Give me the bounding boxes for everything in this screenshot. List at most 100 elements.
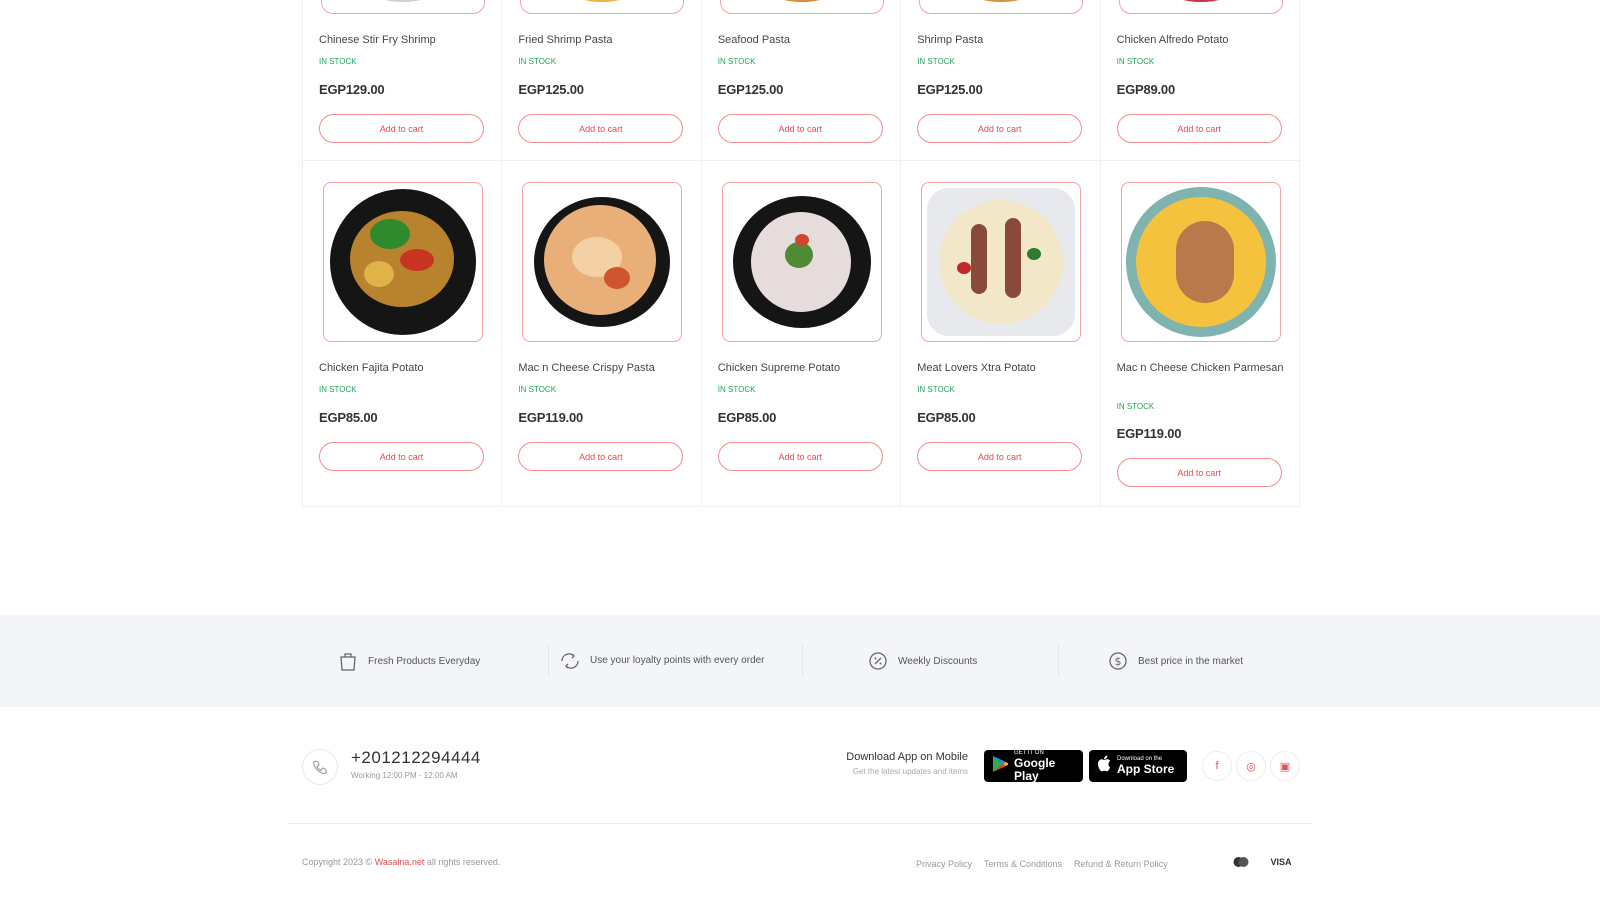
product-image[interactable] [721, 182, 882, 342]
whatsapp-icon[interactable]: ◎ [1236, 751, 1266, 781]
copyright-prefix: Copyright 2023 © [302, 857, 373, 867]
product-price: EGP125.00 [518, 82, 584, 97]
add-to-cart-button[interactable]: Add to cart [917, 114, 1083, 143]
phone-icon [302, 749, 338, 785]
google-play-label: Google Play [1014, 755, 1056, 783]
add-to-cart-button[interactable]: Add to cart [319, 442, 484, 471]
product-name[interactable]: Chicken Supreme Potato [718, 360, 888, 376]
add-to-cart-button[interactable]: Add to cart [518, 114, 684, 143]
divider [548, 645, 549, 677]
divider [802, 645, 803, 677]
product-name[interactable]: Fried Shrimp Pasta [518, 32, 688, 48]
product-price: EGP119.00 [1116, 426, 1182, 441]
product-price: EGP119.00 [518, 410, 584, 425]
features-band: Fresh Products Everyday Use your loyalty… [0, 615, 1600, 707]
product-price: EGP85.00 [917, 410, 976, 425]
brand-link[interactable]: Wasalna.net [375, 857, 425, 867]
feature-fresh-products: Fresh Products Everyday [338, 615, 480, 707]
product-image[interactable] [1118, 0, 1283, 14]
add-to-cart-button[interactable]: Add to cart [917, 442, 1083, 471]
product-image[interactable] [520, 0, 685, 14]
product-card: Chicken Fajita Potato In stock EGP85.00 … [303, 161, 503, 507]
svg-text:$: $ [1115, 655, 1122, 668]
add-to-cart-button[interactable]: Add to cart [717, 442, 883, 471]
product-price: EGP125.00 [917, 82, 983, 97]
product-card: Mac n Cheese Crispy Pasta In stock EGP11… [502, 161, 702, 507]
apple-icon [1097, 755, 1111, 777]
app-store-button[interactable]: Download on the App Store [1089, 750, 1187, 782]
product-price: EGP85.00 [319, 410, 378, 425]
points-icon [560, 651, 580, 671]
feature-weekly-discounts: Weekly Discounts [868, 615, 977, 707]
feature-best-price: $ Best price in the market [1108, 615, 1243, 707]
working-hours: Working 12:00 PM - 12:00 AM [351, 771, 458, 780]
stock-status: In stock [717, 385, 756, 394]
product-card: Seafood Pasta In stock EGP125.00 Add to … [701, 0, 902, 161]
product-image[interactable] [919, 0, 1084, 14]
product-name[interactable]: Shrimp Pasta [917, 32, 1087, 48]
product-card: Chicken Alfredo Potato In stock EGP89.00… [1100, 0, 1300, 161]
feature-label: Best price in the market [1138, 655, 1244, 667]
google-play-button[interactable]: GET IT ON Google Play [984, 750, 1083, 782]
refund-policy-link[interactable]: Refund & Return Policy [1074, 859, 1168, 869]
feature-label: Weekly Discounts [898, 655, 978, 667]
product-image[interactable] [323, 182, 483, 342]
facebook-icon[interactable]: f [1202, 751, 1232, 781]
product-grid: Chinese Stir Fry Shrimp In stock EGP129.… [302, 0, 1300, 507]
add-to-cart-button[interactable]: Add to cart [518, 442, 684, 471]
divider [1058, 645, 1059, 677]
terms-link[interactable]: Terms & Conditions [984, 859, 1062, 869]
product-price: EGP85.00 [717, 410, 777, 425]
product-price: EGP89.00 [1116, 82, 1176, 97]
product-name[interactable]: Chinese Stir Fry Shrimp [319, 32, 489, 48]
product-image[interactable] [522, 182, 683, 342]
footer-links: Privacy Policy Terms & Conditions Refund… [916, 859, 1168, 869]
add-to-cart-button[interactable]: Add to cart [717, 114, 883, 143]
stock-status: In stock [518, 57, 557, 66]
product-name[interactable]: Mac n Cheese Chicken Parmesan [1117, 360, 1287, 376]
product-image[interactable] [321, 0, 485, 14]
app-store-label: App Store [1117, 762, 1175, 776]
feature-label: Fresh Products Everyday [368, 655, 481, 667]
copyright: Copyright 2023 © Wasalna.net all rights … [302, 857, 500, 867]
download-app-title: Download App on Mobile [846, 751, 968, 763]
product-price: EGP129.00 [319, 82, 385, 97]
stock-status: In stock [1116, 57, 1155, 66]
product-name[interactable]: Mac n Cheese Crispy Pasta [518, 360, 688, 376]
privacy-policy-link[interactable]: Privacy Policy [916, 859, 972, 869]
product-name[interactable]: Chicken Alfredo Potato [1117, 32, 1287, 48]
product-card: Mac n Cheese Chicken Parmesan In stock E… [1101, 161, 1300, 507]
stock-status: In stock [917, 385, 955, 394]
copyright-suffix: all rights reserved. [426, 857, 501, 867]
discount-icon [868, 651, 888, 671]
stock-status: In stock [319, 385, 357, 394]
stock-status: In stock [1116, 402, 1155, 411]
stock-status: In stock [917, 57, 955, 66]
product-image[interactable] [719, 0, 884, 14]
dollar-icon: $ [1108, 651, 1128, 671]
instagram-icon[interactable]: ▣ [1270, 751, 1300, 781]
footer-divider [288, 823, 1312, 824]
add-to-cart-button[interactable]: Add to cart [319, 114, 484, 143]
product-image[interactable] [921, 182, 1082, 342]
feature-label: Use your loyalty points with every order [590, 655, 765, 666]
product-card: Chinese Stir Fry Shrimp In stock EGP129.… [303, 0, 503, 161]
product-name[interactable]: Chicken Fajita Potato [319, 360, 489, 376]
feature-loyalty-points: Use your loyalty points with every order [560, 615, 770, 707]
product-price: EGP125.00 [717, 82, 784, 97]
phone-number[interactable]: +201212294444 [351, 748, 481, 768]
google-play-icon [992, 755, 1009, 778]
product-card: Shrimp Pasta In stock EGP125.00 Add to c… [901, 0, 1101, 161]
product-card: Chicken Supreme Potato In stock EGP85.00… [702, 161, 902, 507]
add-to-cart-button[interactable]: Add to cart [1116, 458, 1282, 487]
product-name[interactable]: Seafood Pasta [718, 32, 888, 48]
download-app-subtitle: Get the latest updates and items [852, 767, 968, 776]
product-image[interactable] [1120, 182, 1281, 342]
product-card: Fried Shrimp Pasta In stock EGP125.00 Ad… [502, 0, 702, 161]
mastercard-icon [1226, 851, 1256, 873]
visa-icon: VISA [1270, 857, 1292, 867]
bag-icon [338, 651, 358, 671]
product-name[interactable]: Meat Lovers Xtra Potato [917, 360, 1087, 376]
stock-status: In stock [319, 57, 357, 66]
add-to-cart-button[interactable]: Add to cart [1116, 114, 1282, 143]
